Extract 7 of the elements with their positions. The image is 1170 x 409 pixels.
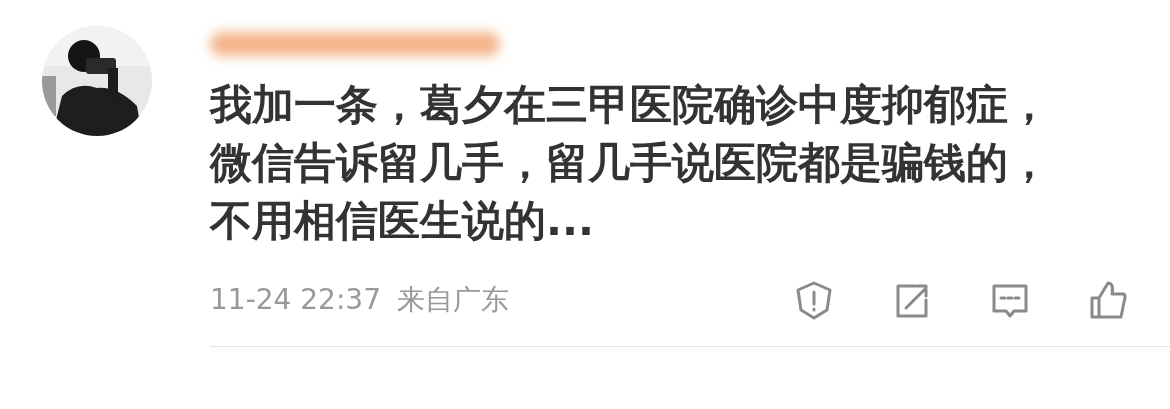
comment-text-line: 我加一条，葛夕在三甲医院确诊中度抑郁症， <box>210 79 1051 131</box>
comment-text-line: 微信告诉留几手，留几手说医院都是骗钱的， <box>210 137 1051 189</box>
report-shield-icon[interactable] <box>794 280 834 320</box>
comment-time: 11-24 22:37 <box>210 282 381 318</box>
comment-text-line: 不用相信医生说的... <box>210 195 595 247</box>
thumbs-up-icon[interactable] <box>1088 280 1128 320</box>
comment-location: 来自广东 <box>396 282 509 318</box>
